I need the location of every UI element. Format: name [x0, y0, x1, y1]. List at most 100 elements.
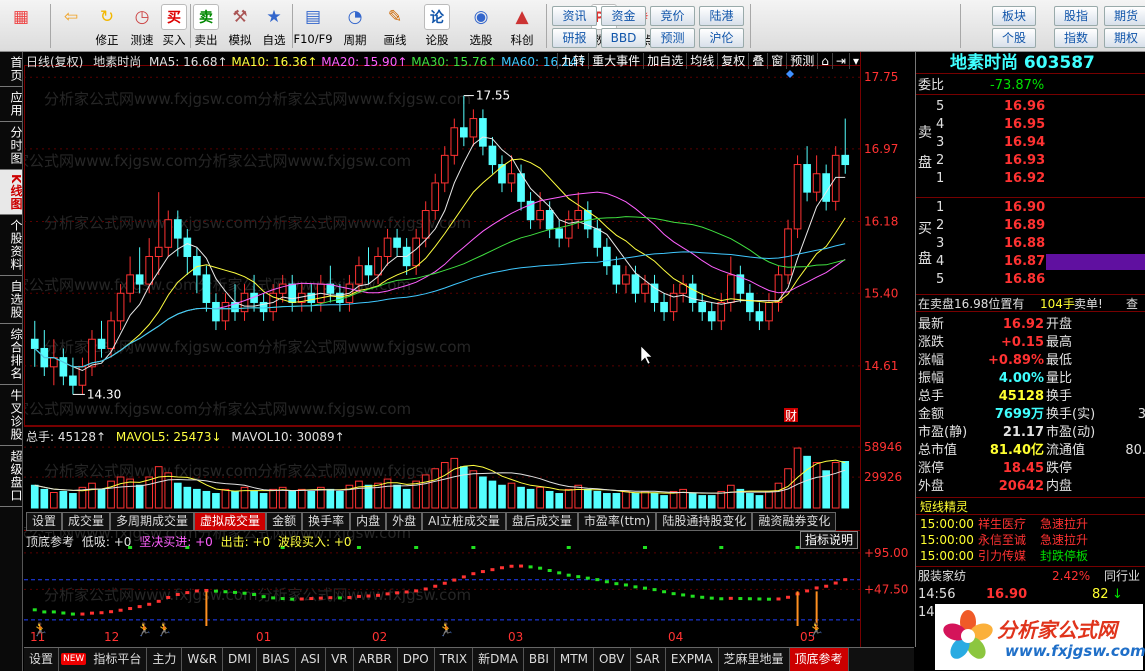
chart-tool-7[interactable]: 预测	[786, 53, 817, 69]
quick-2-button[interactable]: 竞价	[650, 6, 695, 26]
big-order-notice[interactable]: 在卖盘16.98位置有 104手 卖单! 查	[916, 294, 1145, 312]
candle-body[interactable]	[116, 292, 125, 322]
quick-13-button[interactable]: 期权	[1104, 28, 1145, 48]
buy-level-row[interactable]: 1 16.90	[916, 199, 1145, 217]
fix-button[interactable]: ↻ 修正	[92, 2, 122, 50]
bottom-tab-13[interactable]: BBI	[524, 648, 555, 671]
quick-8-button[interactable]: 板块	[992, 6, 1036, 26]
chart-tool-4[interactable]: 复权	[717, 53, 748, 69]
volume-tab-8[interactable]: AI立桩成交量	[422, 512, 506, 531]
candle-body[interactable]	[793, 164, 802, 230]
quick-0-button[interactable]: 资讯	[552, 6, 597, 26]
candle-body[interactable]	[603, 246, 611, 267]
left-tab-4[interactable]: 个股资料	[0, 215, 23, 277]
volume-tab-1[interactable]: 成交量	[62, 512, 111, 531]
candle-body[interactable]	[393, 237, 401, 248]
quick-10-button[interactable]: 期货	[1104, 6, 1145, 26]
bottom-tab-0[interactable]: 设置	[24, 648, 60, 671]
spirit-title[interactable]: 短线精灵	[920, 498, 968, 516]
candle-body[interactable]	[173, 219, 182, 239]
candle-body[interactable]	[784, 228, 792, 276]
candle-body[interactable]	[412, 237, 421, 267]
candle-body[interactable]	[183, 237, 192, 257]
chart-tool-3[interactable]: 均线	[686, 53, 717, 69]
candle-body[interactable]	[355, 265, 363, 285]
notice-query-link[interactable]: 查	[1126, 295, 1138, 313]
quick-11-button[interactable]: 个股	[992, 28, 1036, 48]
selfsel-button[interactable]: ★ 自选	[258, 2, 290, 50]
sell-level-row[interactable]: 4 16.95	[916, 116, 1145, 134]
buy-level-row[interactable]: 5 16.86	[916, 271, 1145, 289]
candle-body[interactable]	[145, 255, 154, 285]
candle-body[interactable]	[97, 338, 106, 349]
buy-level-row[interactable]: 3 16.88	[916, 235, 1145, 253]
candle-body[interactable]	[440, 154, 449, 184]
candle-body[interactable]	[765, 301, 773, 322]
volume-tab-2[interactable]: 多周期成交量	[110, 512, 195, 531]
bottom-tab-8[interactable]: VR	[326, 648, 354, 671]
candle-body[interactable]	[660, 301, 668, 313]
candle-body[interactable]	[154, 246, 163, 257]
volume-tab-11[interactable]: 陆股通持股变化	[656, 512, 753, 531]
chart-tool-2[interactable]: 加自选	[643, 53, 686, 69]
bottom-tab-6[interactable]: BIAS	[257, 648, 296, 671]
volume-tab-7[interactable]: 外盘	[386, 512, 423, 531]
quick-12-button[interactable]: 指数	[1054, 28, 1098, 48]
bottom-tab-2[interactable]: 指标平台	[88, 648, 148, 671]
volume-tab-5[interactable]: 换手率	[302, 512, 351, 531]
bottom-tab-1[interactable]: NEW	[61, 653, 87, 665]
chart-tool-1[interactable]: 重大事件	[588, 53, 643, 69]
kline-svg[interactable]: 分析家公式网www.fxjgsw.com分析家公式网www.fxjgsw.com…	[24, 52, 914, 647]
candle-body[interactable]	[803, 164, 811, 193]
bottom-tab-10[interactable]: DPO	[398, 648, 435, 671]
bottom-tab-5[interactable]: DMI	[223, 648, 258, 671]
menu-button[interactable]: ▦	[4, 2, 38, 50]
left-tab-2[interactable]: 分时图	[0, 122, 23, 170]
left-tab-8[interactable]: 超级盘口	[0, 446, 23, 508]
candle-body[interactable]	[469, 118, 478, 138]
left-tab-7[interactable]: 牛叉诊股	[0, 385, 23, 447]
forum-button[interactable]: 论论股	[416, 2, 458, 50]
candle-body[interactable]	[221, 301, 230, 322]
candle-body[interactable]	[698, 301, 707, 313]
candle-body[interactable]	[460, 127, 468, 138]
bottom-tab-17[interactable]: EXPMA	[666, 648, 719, 671]
bottom-tab-15[interactable]: OBV	[594, 648, 631, 671]
candle-body[interactable]	[641, 283, 649, 294]
candle-body[interactable]	[488, 145, 497, 166]
chart-tool-5[interactable]: 叠	[748, 53, 767, 69]
bottom-tab-7[interactable]: ASI	[296, 648, 327, 671]
candle-body[interactable]	[135, 274, 144, 285]
candle-body[interactable]	[126, 274, 134, 294]
candle-body[interactable]	[612, 265, 621, 285]
candle-body[interactable]	[717, 301, 726, 322]
candle-body[interactable]	[774, 274, 783, 303]
test-button[interactable]: ◷ 测速	[126, 2, 158, 50]
spirit-item[interactable]: 15:00:00 永信至诚 急速拉升	[916, 532, 1145, 548]
candle-body[interactable]	[507, 173, 516, 184]
period-button[interactable]: ◔ 周期	[336, 2, 374, 50]
quick-4-button[interactable]: 研报	[552, 28, 597, 48]
candle-body[interactable]	[164, 219, 173, 248]
candle-body[interactable]	[593, 228, 602, 248]
candle-body[interactable]	[212, 301, 220, 322]
period-label[interactable]: 日线(复权)	[26, 55, 83, 69]
sci-button[interactable]: ▲ 科创	[504, 2, 540, 50]
chart-tool-10[interactable]: ▾	[848, 53, 862, 69]
candle-body[interactable]	[812, 173, 821, 193]
candle-body[interactable]	[421, 210, 430, 239]
left-tab-1[interactable]: 应用	[0, 87, 23, 122]
chart-tool-6[interactable]: 窗	[767, 53, 786, 69]
sell-button[interactable]: 卖卖出	[190, 2, 222, 50]
bottom-tab-9[interactable]: ARBR	[354, 648, 398, 671]
quick-3-button[interactable]: 陆港	[699, 6, 744, 26]
volume-tab-4[interactable]: 金额	[266, 512, 303, 531]
volume-tab-6[interactable]: 内盘	[350, 512, 387, 531]
bottom-tab-12[interactable]: 新DMA	[473, 648, 524, 671]
candle-body[interactable]	[622, 274, 630, 285]
candle-body[interactable]	[650, 283, 659, 303]
chart-tool-0[interactable]: 九转	[557, 53, 588, 69]
sell-level-row[interactable]: 2 16.93	[916, 152, 1145, 170]
candle-body[interactable]	[374, 255, 382, 276]
buy-level-row[interactable]: 2 16.89	[916, 217, 1145, 235]
